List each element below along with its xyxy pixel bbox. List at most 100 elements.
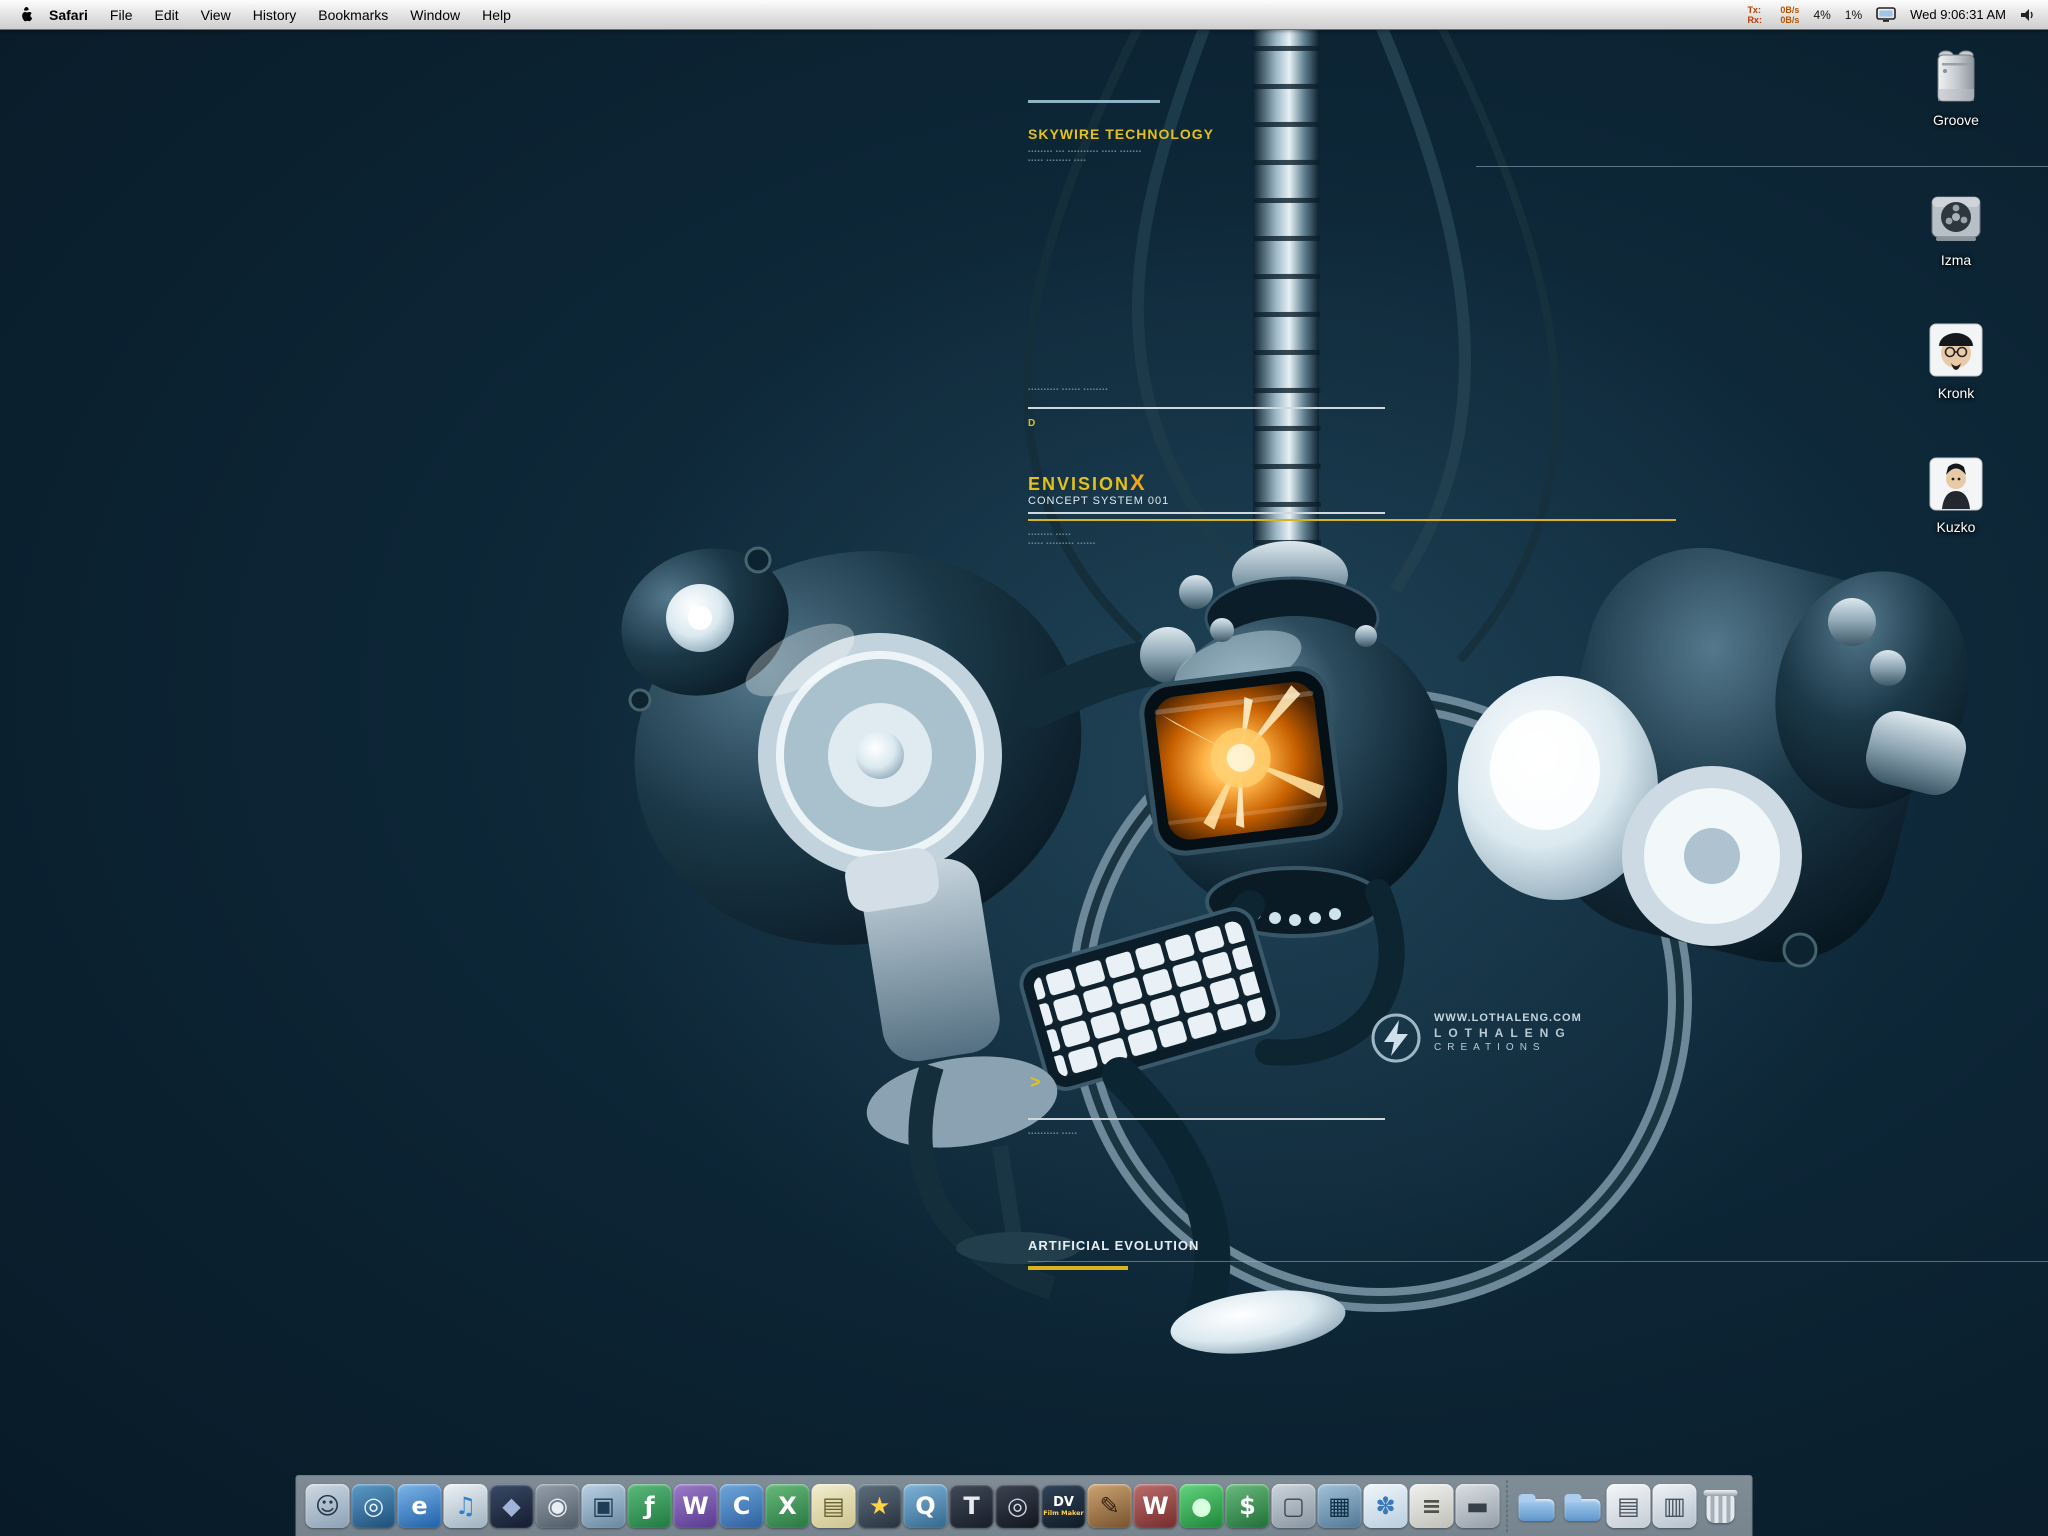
tx-value: 0B/s — [1780, 5, 1799, 15]
desktop-icon-izma[interactable]: Izma — [1894, 185, 2018, 268]
dock: ☺◎e♫◆◉▣ƒWCX▤★QT◎DVFilm Maker✎W●$▢▦✽≡▬ ▤▥ — [296, 1475, 1753, 1536]
displays-menu-extra[interactable] — [1876, 7, 1896, 23]
mac-tower-icon — [1894, 45, 2018, 109]
wallpaper-microtext: ▪▪▪▪▪▪▪▪ ▪▪▪▪▪ — [1028, 531, 1071, 539]
dock-item-finder[interactable]: ☺ — [306, 1484, 350, 1528]
dock-item-dv-film-maker[interactable]: DVFilm Maker — [1042, 1484, 1086, 1528]
menu-file[interactable]: File — [99, 7, 144, 23]
wallpaper-microtext: ▪▪▪▪▪ ▪▪▪▪▪▪▪▪ ▪▪▪▪ — [1028, 157, 1087, 165]
dock-apps: ☺◎e♫◆◉▣ƒWCX▤★QT◎DVFilm Maker✎W●$▢▦✽≡▬ — [305, 1484, 1501, 1536]
dock-item-textedit[interactable]: T — [950, 1484, 994, 1528]
dock-item-iphoto[interactable]: ✽ — [1364, 1484, 1408, 1528]
apple-icon — [18, 6, 33, 23]
dock-item-sherlock[interactable]: ◎ — [352, 1484, 396, 1528]
dock-item-sub-label: Film Maker — [1043, 1510, 1084, 1517]
dock-item-green-orb[interactable]: ● — [1180, 1484, 1224, 1528]
cpu-percent-2[interactable]: 1% — [1845, 8, 1862, 22]
dock-item-word-maroon[interactable]: W — [1134, 1484, 1178, 1528]
desktop-icon-groove[interactable]: Groove — [1894, 45, 2018, 128]
wallpaper-microtext: ▪▪▪▪▪▪▪▪▪▪ ▪▪▪▪▪▪ ▪▪▪▪▪▪▪▪ — [1028, 386, 1108, 394]
dock-item-photoshop[interactable]: ✎ — [1088, 1484, 1132, 1528]
wallpaper-line — [1476, 166, 2048, 167]
wallpaper-marker-arrow: > — [1030, 1072, 1041, 1093]
dock-item-quicken[interactable]: $ — [1226, 1484, 1270, 1528]
desktop-icon-label: Kuzko — [1894, 519, 2018, 535]
menu-history[interactable]: History — [242, 7, 308, 23]
menu-clock[interactable]: Wed 9:06:31 AM — [1910, 7, 2006, 22]
speaker-icon — [2020, 7, 2036, 23]
menu-view[interactable]: View — [190, 7, 242, 23]
dock-item-documents-stack[interactable]: ▤ — [1607, 1484, 1651, 1528]
wallpaper-line — [1028, 1261, 2048, 1262]
wallpaper-marker-d: D — [1028, 418, 1035, 429]
menu-bar: Safari FileEditViewHistoryBookmarksWindo… — [0, 0, 2048, 30]
dock-item-dvd-player[interactable]: ◎ — [996, 1484, 1040, 1528]
apple-menu[interactable] — [12, 6, 38, 23]
wallpaper-microtext: ▪▪▪▪▪▪▪▪ ▪▪▪ ▪▪▪▪▪▪▪▪▪▪ ▪▪▪▪▪ ▪▪▪▪▪▪▪ — [1028, 148, 1142, 156]
menu-safari[interactable]: Safari — [38, 7, 99, 23]
dock-item-trash[interactable] — [1699, 1484, 1743, 1528]
dock-item-excel-x[interactable]: X — [766, 1484, 810, 1528]
desktop: SKYWIRE TECHNOLOGY ▪▪▪▪▪▪▪▪ ▪▪▪ ▪▪▪▪▪▪▪▪… — [0, 0, 2048, 1536]
dock-item-finder-window[interactable]: ▥ — [1653, 1484, 1697, 1528]
dock-item-quicktime[interactable]: Q — [904, 1484, 948, 1528]
wallpaper-robot-art — [0, 0, 2048, 1536]
wallpaper-envision-title: ENVISIONX — [1028, 470, 1147, 496]
wallpaper-skywire-title: SKYWIRE TECHNOLOGY — [1028, 126, 1214, 142]
network-meter[interactable]: Tx: 0B/s Rx: 0B/s — [1747, 5, 1799, 25]
dock-item-internet-explorer[interactable]: e — [398, 1484, 442, 1528]
dock-item-folder-documents[interactable] — [1561, 1484, 1605, 1528]
dock-item-preview[interactable]: ▣ — [582, 1484, 626, 1528]
menu-edit[interactable]: Edit — [143, 7, 189, 23]
desktop-icon-kronk[interactable]: Kronk — [1894, 318, 2018, 401]
wallpaper-microtext: ▪▪▪▪▪ ▪▪▪▪▪▪▪▪▪ ▪▪▪▪▪▪ — [1028, 540, 1096, 548]
desktop-icon-label: Groove — [1894, 112, 2018, 128]
dock-item-chimera[interactable]: C — [720, 1484, 764, 1528]
wallpaper-line — [1028, 1118, 1385, 1120]
lothaleng-url: WWW.LOTHALENG.COM — [1434, 1012, 1582, 1024]
menu-window[interactable]: Window — [399, 7, 471, 23]
dock-item-address-book[interactable]: ≡ — [1410, 1484, 1454, 1528]
dock-item-freehand[interactable]: ƒ — [628, 1484, 672, 1528]
display-icon — [1876, 7, 1896, 23]
tx-label: Tx: — [1747, 5, 1761, 15]
wallpaper-line — [1028, 512, 1385, 514]
lothaleng-brand: LOTHALENG — [1434, 1026, 1582, 1040]
film-reel-drive-icon — [1894, 185, 2018, 249]
dock-item-grab-camera[interactable]: ◉ — [536, 1484, 580, 1528]
dock-item-imovie[interactable]: ★ — [858, 1484, 902, 1528]
dock-item-stickies[interactable]: ▤ — [812, 1484, 856, 1528]
dock-item-utility-silver[interactable]: ▢ — [1272, 1484, 1316, 1528]
cpu-percent-1[interactable]: 4% — [1813, 8, 1830, 22]
menu-items: FileEditViewHistoryBookmarksWindowHelp — [99, 7, 522, 23]
menu-help[interactable]: Help — [471, 7, 522, 23]
dock-separator — [1507, 1480, 1508, 1532]
lothaleng-brand2: CREATIONS — [1434, 1042, 1582, 1053]
volume-menu-extra[interactable] — [2020, 7, 2036, 23]
kronk-avatar-icon — [1894, 318, 2018, 382]
dock-item-print-center[interactable]: ▬ — [1456, 1484, 1500, 1528]
rx-value: 0B/s — [1780, 15, 1799, 25]
envision-x-mark: X — [1130, 470, 1147, 495]
desktop-icon-label: Kronk — [1894, 385, 2018, 401]
wallpaper-artificial-title: ARTIFICIAL EVOLUTION — [1028, 1238, 1199, 1253]
wallpaper-lothaleng-logo: WWW.LOTHALENG.COM LOTHALENG CREATIONS — [1370, 1012, 1582, 1064]
wallpaper-line — [1028, 100, 1160, 103]
desktop-icon-label: Izma — [1894, 252, 2018, 268]
menu-bookmarks[interactable]: Bookmarks — [307, 7, 399, 23]
menu-bar-status: Tx: 0B/s Rx: 0B/s 4% 1% Wed 9:06:31 AM — [1747, 5, 2036, 25]
rx-label: Rx: — [1747, 15, 1762, 25]
dock-files: ▤▥ — [1514, 1484, 1744, 1536]
dock-item-word-x[interactable]: W — [674, 1484, 718, 1528]
dock-item-folder-applications[interactable] — [1515, 1484, 1559, 1528]
desktop-icon-kuzko[interactable]: Kuzko — [1894, 452, 2018, 535]
lightning-bolt-icon — [1370, 1012, 1422, 1064]
dock-item-itunes[interactable]: ♫ — [444, 1484, 488, 1528]
wallpaper-concept-subtitle: CONCEPT SYSTEM 001 — [1028, 495, 1169, 507]
wallpaper-yellow-bar — [1028, 1266, 1128, 1270]
kuzko-avatar-icon — [1894, 452, 2018, 516]
dock-item-utility-dark[interactable]: ◆ — [490, 1484, 534, 1528]
wallpaper-line — [1028, 407, 1385, 409]
dock-item-image-capture[interactable]: ▦ — [1318, 1484, 1362, 1528]
wallpaper-yellow-line — [1028, 519, 1676, 521]
